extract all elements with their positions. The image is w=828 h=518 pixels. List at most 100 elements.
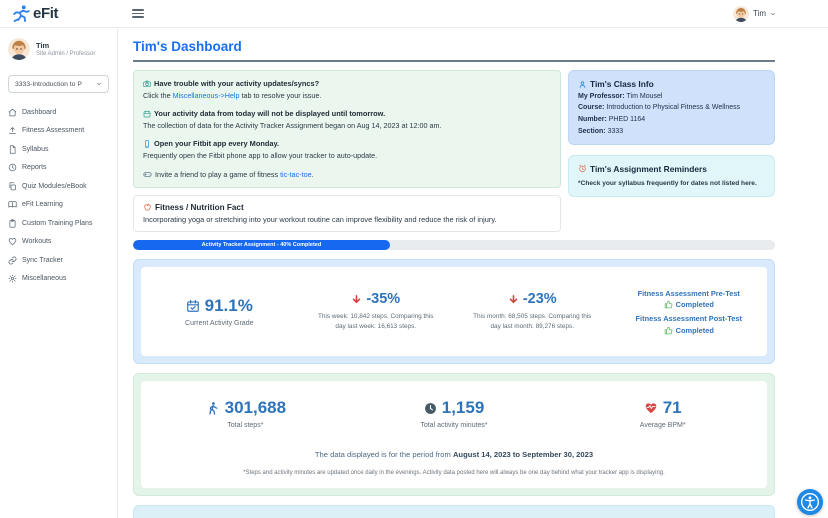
fitness-fact-panel: Fitness / Nutrition Fact Incorporating y… [133,194,561,233]
sidebar-item-quiz-modules[interactable]: Quiz Modules/eBook [8,177,109,196]
fitness-fact-text: Incorporating yoga or stretching into yo… [143,215,497,225]
notice-text: Click the [143,90,173,100]
notice-activity-sync: Have trouble with your activity updates/… [143,79,551,100]
sidebar-item-label: Miscellaneous [22,275,67,283]
total-steps-label: Total steps* [227,422,264,430]
class-info-title-row: Tim's Class Info [578,79,765,89]
assignment-reminders-note: *Check your syllabus frequently for date… [578,179,757,187]
upload-icon [9,127,16,135]
menu-toggle-button[interactable] [132,7,144,20]
document-icon [9,145,16,154]
user-avatar [732,5,749,22]
open-book-icon [8,201,17,208]
assignment-reminders-panel: Tim's Assignment Reminders *Check your s… [568,154,775,197]
sidebar: Tim Site Admin / Professor 3333-Introduc… [0,28,118,518]
progress-fill: Activity Tracker Assignment - 40% Comple… [133,240,390,251]
clock-filled-icon [424,402,436,414]
class-info-course: Course: Introduction to Physical Fitness… [578,104,741,112]
clock-icon [8,164,17,172]
phone-icon [145,140,149,148]
notices-panel: Have trouble with your activity updates/… [133,70,561,188]
sidebar-item-miscellaneous[interactable]: Miscellaneous [8,270,109,289]
sidebar-item-label: Custom Training Plans [22,219,93,227]
notice-text: Frequently open the Fitbit phone app to … [143,150,378,160]
sidebar-item-workouts[interactable]: Workouts [8,233,109,252]
activity-grade-value: 91.1% [204,296,253,316]
data-footnote: *Steps and activity minutes are updated … [243,470,665,477]
miscellaneous-help-link[interactable]: Miscellaneous->Help [173,91,240,100]
total-minutes-stat: 1,159 Total activity minutes* [350,398,559,429]
accessibility-button[interactable] [797,489,823,515]
main-content: Tim's Dashboard Have trouble with your a… [118,28,828,518]
alarm-clock-icon [579,165,586,173]
class-info-section: Section: 3333 [578,127,624,135]
gear-icon [8,274,17,283]
calendar-icon [143,110,151,118]
clipboard-icon [9,219,16,228]
camera-icon [143,80,151,87]
heart-icon [8,238,17,246]
sidebar-item-label: Quiz Modules/eBook [22,182,87,190]
sidebar-user-card: Tim Site Admin / Professor [8,38,109,60]
brand-name: eFit [33,5,59,22]
class-info-panel: Tim's Class Info My Professor: Tim Mouse… [568,70,775,145]
class-info-professor: My Professor: Tim Mousel [578,92,663,100]
walking-person-icon [208,401,218,415]
next-card-partial [133,505,775,518]
monthly-steps-delta: -23% This month: 68,505 steps. Comparing… [454,291,611,332]
data-period-dates: August 14, 2023 to September 30, 2023 [452,450,594,460]
post-test-status[interactable]: Fitness Assessment Post-Test Completed [611,314,768,335]
totals-card: 301,688 Total steps* 1,159 Total activit… [133,373,775,497]
activity-grade-stat: 91.1% Current Activity Grade [141,296,298,327]
class-info-number: Number: PHED 1164 [578,115,646,123]
sidebar-user-name: Tim [36,41,50,50]
sidebar-avatar [8,38,30,60]
app-logo: eFit [10,4,122,24]
user-menu[interactable]: Tim [732,5,776,22]
app-window: eFit Tim Tim Site Admin / Professor 3333… [0,0,828,518]
sidebar-item-dashboard[interactable]: Dashboard [8,103,109,122]
course-select[interactable]: 3333-Introduction to P [8,75,109,93]
sidebar-item-reports[interactable]: Reports [8,159,109,178]
sidebar-item-label: Sync Tracker [22,256,63,264]
notice-text: tab to resolve your issue. [239,90,322,100]
sidebar-item-label: Workouts [22,238,52,246]
weekly-delta-caption: This week: 10,842 steps. Comparing this … [318,313,434,331]
sidebar-item-label: Syllabus [22,145,49,153]
total-minutes-value: 1,159 [441,398,485,418]
sidebar-item-sync-tracker[interactable]: Sync Tracker [8,251,109,270]
sidebar-item-efit-learning[interactable]: eFit Learning [8,196,109,215]
activity-grade-label: Current Activity Grade [185,320,254,328]
notice-title: Have trouble with your activity updates/… [154,79,320,88]
home-icon [8,108,17,116]
calendar-check-icon [186,300,199,312]
sidebar-item-label: Reports [22,164,47,172]
weekly-steps-delta: -35% This week: 10,842 steps. Comparing … [298,291,455,332]
sidebar-item-fitness-assessment[interactable]: Fitness Assessment [8,122,109,141]
pages-icon [9,182,16,190]
heart-pulse-icon [645,403,656,414]
chevron-down-icon [97,82,101,86]
weekly-delta-value: -35% [366,291,401,308]
sidebar-item-label: Fitness Assessment [22,127,85,135]
pre-test-status[interactable]: Fitness Assessment Pre-Test Completed [611,289,768,310]
fitness-fact-title-row: Fitness / Nutrition Fact [143,203,551,212]
notice-title-row: Your activity data from today will not b… [143,109,551,118]
sidebar-item-syllabus[interactable]: Syllabus [8,140,109,159]
total-steps-stat: 301,688 Total steps* [141,398,350,429]
notice-fitbit-app: Open your Fitbit app every Monday. Frequ… [143,139,551,160]
notice-title: Open your Fitbit app every Monday. [154,139,280,149]
monthly-delta-caption: This month: 68,505 steps. Comparing this… [473,313,592,331]
page-title: Tim's Dashboard [133,39,242,54]
assignment-reminders-title: Tim's Assignment Reminders [590,163,707,174]
sidebar-item-label: eFit Learning [22,201,63,209]
total-steps-value: 301,688 [224,398,287,418]
class-info-title: Tim's Class Info [590,79,654,89]
notice-body: Invite a friend to play a game of fitnes… [143,170,551,179]
top-header: eFit Tim [0,0,828,28]
sidebar-nav: Dashboard Fitness Assessment Syllabus Re… [8,103,109,288]
notice-title-row: Open your Fitbit app every Monday. [143,139,551,148]
sidebar-item-custom-training-plans[interactable]: Custom Training Plans [8,214,109,233]
tic-tac-toe-link[interactable]: tic-tac-toe [280,170,312,179]
link-icon [8,256,17,265]
